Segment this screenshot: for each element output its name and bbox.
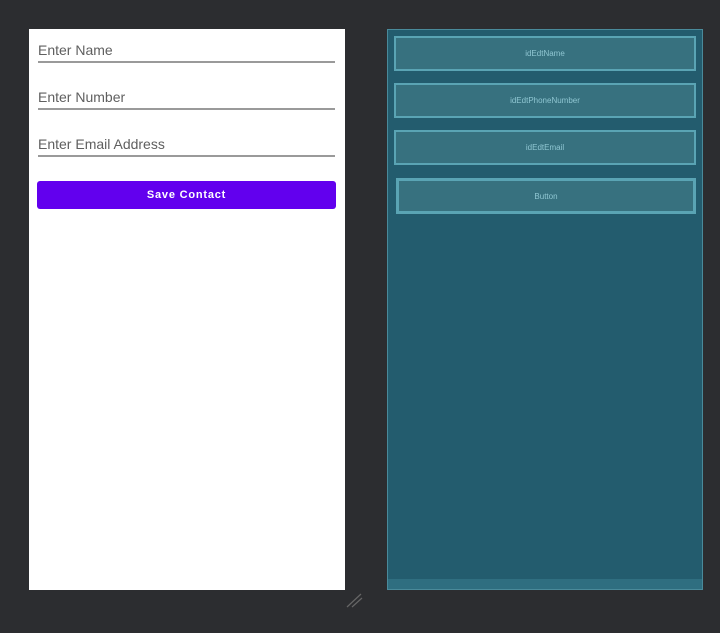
blueprint-button-label: Button [534,191,558,201]
name-input[interactable]: Enter Name [38,29,335,63]
email-hint: Enter Email Address [38,136,165,152]
blueprint-phone-field[interactable]: idEdtPhoneNumber [394,83,696,118]
email-input[interactable]: Enter Email Address [38,123,335,157]
number-hint: Enter Number [38,89,126,105]
resize-handle-icon[interactable] [345,592,363,608]
blueprint-email-label: idEdtEmail [525,143,565,152]
design-preview: Enter Name Enter Number Enter Email Addr… [29,29,345,590]
blueprint-preview: idEdtName idEdtPhoneNumber idEdtEmail Bu… [387,29,703,590]
blueprint-button[interactable]: Button [396,178,696,214]
blueprint-name-label: idEdtName [525,49,565,58]
blueprint-phone-label: idEdtPhoneNumber [510,96,580,105]
blueprint-email-field[interactable]: idEdtEmail [394,130,696,165]
save-contact-button[interactable]: Save Contact [37,181,336,209]
number-input[interactable]: Enter Number [38,76,335,110]
name-hint: Enter Name [38,42,113,58]
blueprint-name-field[interactable]: idEdtName [394,36,696,71]
